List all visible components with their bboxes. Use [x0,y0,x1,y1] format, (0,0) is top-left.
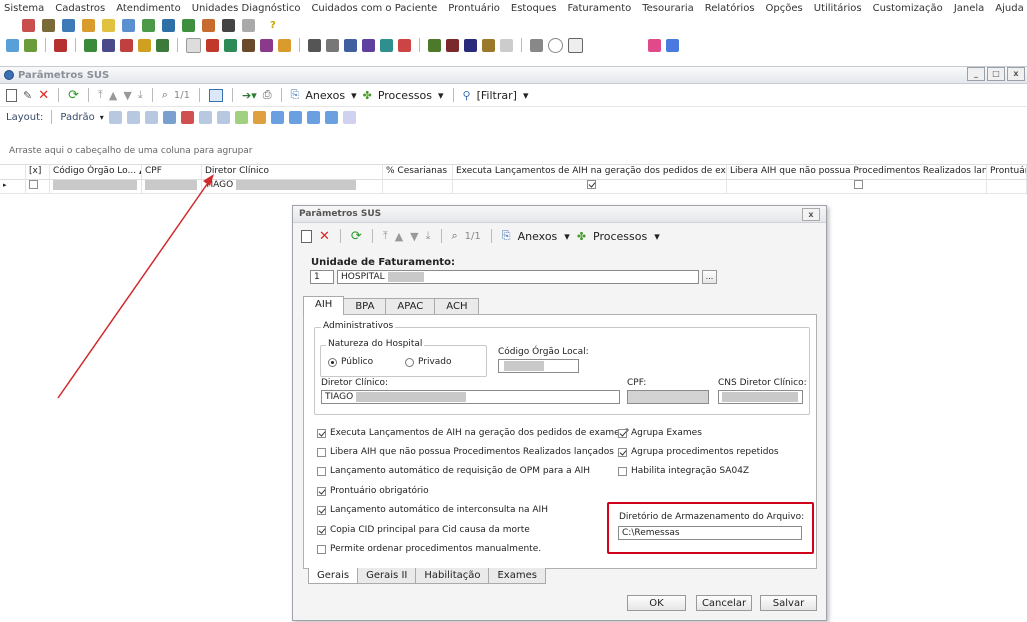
dialog-page-indicator: 1/1 [464,230,481,242]
checkbox-icon[interactable] [618,447,627,457]
diretor-field[interactable]: TIAGO [321,390,620,404]
tab-habilitacao[interactable]: Habilitação [415,568,490,584]
dialog-anexos-button[interactable]: Anexos [518,230,558,243]
next-icon[interactable]: ▼ [410,230,418,243]
chevron-down-icon[interactable]: ▾ [654,230,660,243]
tab-gerais[interactable]: Gerais [308,568,359,584]
checkbox-icon[interactable] [618,466,627,476]
diretorio-label: Diretório de Armazenamento do Arquivo: [619,512,805,522]
administrativos-caption: Administrativos [321,321,396,331]
dialog-titlebar: Parâmetros SUS x [293,206,826,223]
cancel-button[interactable]: Cancelar [696,595,752,611]
attachments-icon[interactable]: ⎘ [502,229,511,243]
tab-gerais-ii[interactable]: Gerais II [357,568,417,584]
dialog-title: Parâmetros SUS [299,209,382,219]
unidade-lookup-button[interactable]: ... [702,270,717,284]
bottom-tabs: Gerais Gerais II Habilitação Exames [308,568,546,584]
checkbox-icon[interactable] [317,544,326,554]
tab-aih[interactable]: AIH [303,296,345,315]
cns-label: CNS Diretor Clínico: [718,378,807,388]
right-checkbox[interactable]: Habilita integração SA04Z [618,466,749,476]
left-checkbox[interactable]: Libera AIH que não possua Procedimentos … [317,447,614,457]
checkbox-icon[interactable] [317,505,326,515]
main-tabs: AIH BPA APAC ACH [303,296,480,315]
tab-apac[interactable]: APAC [385,298,436,315]
diretor-label: Diretor Clínico: [321,378,389,388]
left-checkbox[interactable]: Lançamento automático de requisição de O… [317,466,590,476]
cns-field[interactable] [718,390,803,404]
left-checkbox[interactable]: Prontuário obrigatório [317,486,429,496]
save-button[interactable]: Salvar [760,595,817,611]
left-label: Libera AIH que não possua Procedimentos … [330,447,614,457]
unidade-label: Unidade de Faturamento: [311,257,455,268]
checkbox-icon[interactable] [317,525,326,535]
codigo-orgao-label: Código Órgão Local: [498,347,589,357]
left-checkbox[interactable]: Copia CID principal para Cid causa da mo… [317,525,530,535]
delete-icon[interactable]: ✕ [319,229,330,244]
dialog-toolbar: ✕ ⟳ ⤒ ▲ ▼ ⤓ ⌕ 1/1 ⎘ Anexos ▾ ✤ Processos… [293,223,826,249]
checkbox-icon[interactable] [317,428,326,438]
tab-ach[interactable]: ACH [434,298,480,315]
left-label: Copia CID principal para Cid causa da mo… [330,525,530,535]
left-label: Lançamento automático de interconsulta n… [330,505,548,515]
checkbox-icon[interactable] [317,486,326,496]
right-label: Agrupa Exames [631,428,702,438]
tab-bpa[interactable]: BPA [343,298,387,315]
checkbox-icon[interactable] [317,466,326,476]
right-checkbox[interactable]: Agrupa procedimentos repetidos [618,447,779,457]
left-checkbox[interactable]: Lançamento automático de interconsulta n… [317,505,548,515]
privado-radio[interactable]: Privado [405,357,452,367]
checkbox-icon[interactable] [317,447,326,457]
unidade-name-field[interactable]: HOSPITAL [337,270,699,284]
left-checkbox[interactable]: Permite ordenar procedimentos manualment… [317,544,541,554]
checkbox-icon[interactable] [618,428,627,438]
search-icon[interactable]: ⌕ [452,229,458,243]
last-icon[interactable]: ⤓ [426,229,431,243]
publico-radio[interactable]: Público [328,357,373,367]
ok-button[interactable]: OK [627,595,686,611]
right-label: Agrupa procedimentos repetidos [631,447,779,457]
tab-exames[interactable]: Exames [488,568,546,584]
right-label: Habilita integração SA04Z [631,466,750,476]
dialog-processos-button[interactable]: Processos [593,230,647,243]
left-label: Executa Lançamentos de AIH na geração do… [330,428,630,438]
first-icon[interactable]: ⤒ [383,229,388,243]
unidade-code-field[interactable]: 1 [310,270,334,284]
chevron-down-icon[interactable]: ▾ [564,230,570,243]
left-label: Permite ordenar procedimentos manualment… [330,544,542,554]
left-label: Lançamento automático de requisição de O… [330,466,591,476]
diretorio-field[interactable]: C:\Remessas [618,526,802,540]
codigo-orgao-field[interactable] [498,359,579,373]
refresh-icon[interactable]: ⟳ [351,229,362,244]
left-checkbox[interactable]: Executa Lançamentos de AIH na geração do… [317,428,629,438]
dialog-close-button[interactable]: x [802,208,820,221]
right-checkbox[interactable]: Agrupa Exames [618,428,702,438]
natureza-caption: Natureza do Hospital [326,339,425,349]
processes-icon[interactable]: ✤ [577,230,586,243]
cpf-label: CPF: [627,378,647,388]
prev-icon[interactable]: ▲ [395,230,403,243]
cpf-field[interactable] [627,390,709,404]
new-icon[interactable] [301,229,312,243]
left-label: Prontuário obrigatório [330,486,429,496]
